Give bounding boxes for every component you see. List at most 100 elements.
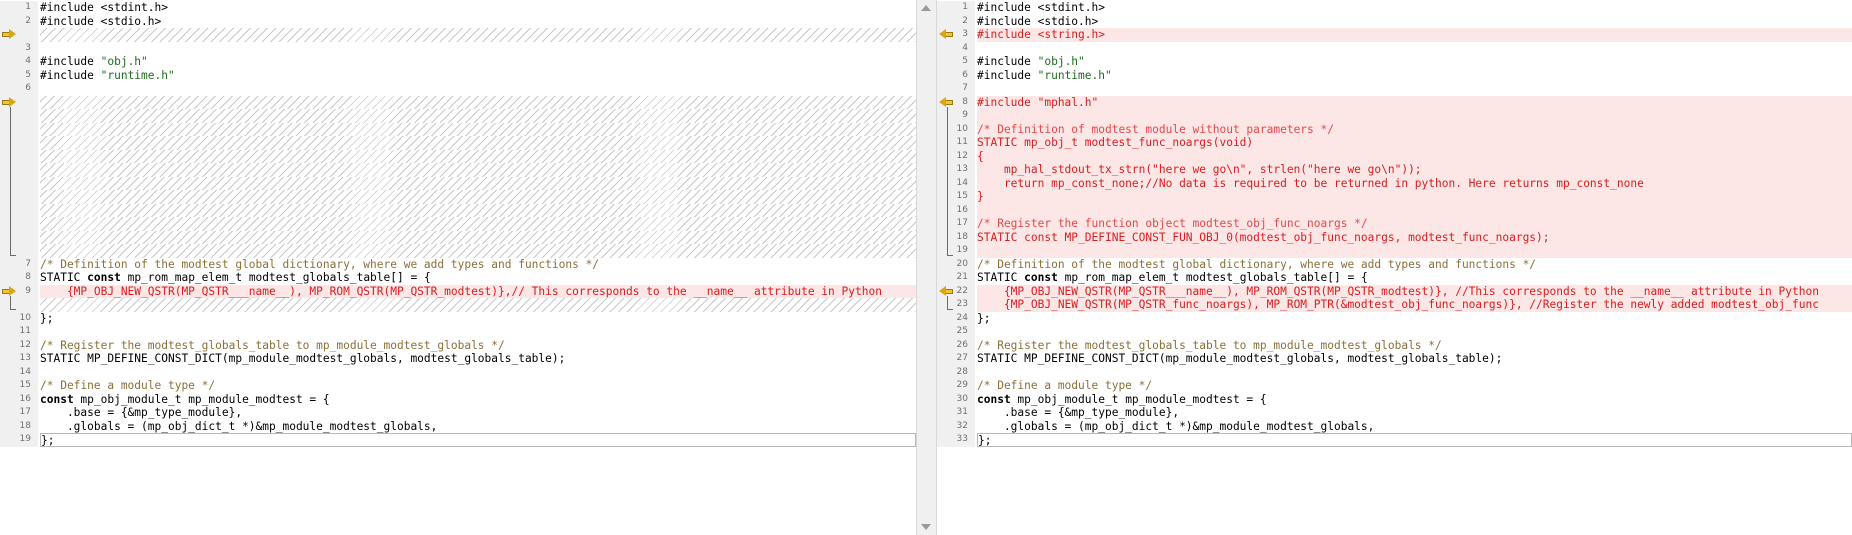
code-line[interactable] — [0, 217, 916, 231]
code-line[interactable]: 15} — [937, 190, 1852, 204]
line-number: 9 — [25, 285, 31, 296]
diff-arrow-right-icon[interactable] — [2, 96, 16, 107]
code-line[interactable]: 16 const mp_obj_module_t mp_module_modtes… — [0, 392, 916, 406]
code-line[interactable]: 15 /* Define a module type */ — [0, 379, 916, 393]
line-gutter — [0, 136, 38, 150]
code-line[interactable]: 6 #include "runtime.h" — [937, 68, 1852, 82]
code-line[interactable]: 19}; — [0, 433, 916, 447]
code-text: #include <string.h> — [977, 28, 1852, 42]
code-line[interactable]: 27 STATIC MP_DEFINE_CONST_DICT(mp_module_… — [937, 352, 1852, 366]
code-line[interactable]: 26 /* Register the modtest_globals_table … — [937, 338, 1852, 353]
code-line[interactable] — [0, 136, 916, 150]
line-number: 12 — [19, 339, 31, 350]
code-line[interactable] — [0, 149, 916, 163]
diff-arrow-left-icon[interactable] — [939, 285, 953, 296]
code-line[interactable]: 13 mp_hal_stdout_tx_strn("here we go\n",… — [937, 163, 1852, 177]
code-line[interactable]: 8 STATIC const mp_rom_map_elem_t modtest_… — [0, 271, 916, 285]
code-line[interactable] — [0, 298, 916, 312]
code-line[interactable]: 4 — [937, 41, 1852, 56]
code-line[interactable]: 10}; — [0, 311, 916, 325]
code-line[interactable]: 12 { — [937, 149, 1852, 163]
code-token: mp_hal_stdout_tx_strn("here we go\n", st… — [977, 163, 1422, 176]
code-line[interactable]: 13 STATIC MP_DEFINE_CONST_DICT(mp_module_… — [0, 352, 916, 366]
vertical-scrollbar[interactable] — [916, 0, 937, 535]
code-line[interactable]: 11 — [0, 325, 916, 339]
code-line[interactable]: 18 STATIC const MP_DEFINE_CONST_FUN_OBJ_0… — [937, 230, 1852, 244]
line-number: 2 — [25, 15, 31, 26]
code-line[interactable]: 32 .globals = (mp_obj_dict_t *)&mp_modul… — [937, 419, 1852, 433]
code-line[interactable]: 3 #include <string.h> — [937, 28, 1852, 42]
code-line[interactable]: 31 .base = {&mp_type_module}, — [937, 406, 1852, 420]
left-diff-pane[interactable]: 1 #include <stdint.h> 2 #include <stdio.h> 3… — [0, 0, 916, 535]
diff-arrow-right-icon[interactable] — [2, 29, 16, 39]
code-text — [40, 203, 916, 217]
code-line[interactable]: 9 {MP_OBJ_NEW_QSTR(MP_QSTR___name__), MP… — [0, 284, 916, 298]
code-token: mp_obj_module_t mp_module_modtest = { — [1010, 392, 1267, 406]
code-line[interactable] — [0, 203, 916, 217]
code-token: #include <stdio.h> — [977, 14, 1099, 28]
code-text: STATIC MP_DEFINE_CONST_DICT(mp_module_mo… — [40, 352, 916, 366]
line-gutter: 16 — [937, 203, 975, 217]
code-line[interactable]: 25 — [937, 325, 1852, 339]
code-line[interactable]: 33}; — [937, 433, 1852, 447]
code-line[interactable] — [0, 230, 916, 244]
code-line[interactable] — [0, 244, 916, 258]
code-line[interactable]: 7 — [937, 82, 1852, 96]
code-text: mp_hal_stdout_tx_strn("here we go\n", st… — [977, 163, 1852, 177]
code-line[interactable]: 14 return mp_const_none;//No data is req… — [937, 176, 1852, 190]
code-line[interactable]: 5 #include "runtime.h" — [0, 68, 916, 82]
line-gutter: 5 — [0, 68, 38, 82]
code-line[interactable]: 3 — [0, 41, 916, 55]
code-line[interactable]: 7 /* Definition of the modtest global dic… — [0, 257, 916, 271]
diff-arrow-left-icon[interactable] — [939, 29, 953, 39]
code-line[interactable]: 29 /* Define a module type */ — [937, 379, 1852, 393]
code-line[interactable]: 28 — [937, 365, 1852, 379]
scroll-down-arrow-icon[interactable] — [921, 524, 931, 530]
code-line[interactable]: 10 /* Definition of modtest module withou… — [937, 122, 1852, 136]
code-token: STATIC mp_obj_t modtest_func_noargs(void… — [977, 136, 1254, 149]
code-line[interactable] — [0, 122, 916, 136]
code-line[interactable]: 6 — [0, 82, 916, 96]
code-line[interactable]: 4 #include "obj.h" — [0, 55, 916, 69]
code-line[interactable]: 23 {MP_OBJ_NEW_QSTR(MP_QSTR_func_noargs)… — [937, 298, 1852, 312]
code-line[interactable] — [0, 176, 916, 190]
code-line[interactable]: 24}; — [937, 311, 1852, 325]
code-line[interactable]: 9 — [937, 109, 1852, 123]
diff-arrow-right-icon[interactable] — [2, 285, 16, 296]
code-line[interactable]: 17 .base = {&mp_type_module}, — [0, 406, 916, 420]
code-comment: /* Register the function object modtest_… — [977, 217, 1368, 230]
code-line[interactable] — [0, 163, 916, 177]
code-line[interactable]: 2 #include <stdio.h> — [0, 14, 916, 28]
code-text: /* Register the modtest_globals_table to… — [977, 339, 1852, 353]
code-line[interactable]: 21 STATIC const mp_rom_map_elem_t modtest… — [937, 271, 1852, 285]
change-bracket — [10, 295, 16, 310]
code-line[interactable]: 1 #include <stdint.h> — [937, 1, 1852, 15]
code-text — [40, 176, 916, 190]
diff-arrow-left-icon[interactable] — [939, 96, 953, 107]
code-line[interactable] — [0, 95, 916, 109]
right-diff-pane[interactable]: 1 #include <stdint.h> 2 #include <stdio.h> 3… — [937, 0, 1852, 535]
code-line[interactable]: 2 #include <stdio.h> — [937, 14, 1852, 28]
code-text — [40, 122, 916, 136]
code-line[interactable]: 19 — [937, 244, 1852, 258]
code-line[interactable]: 16 — [937, 203, 1852, 217]
code-line[interactable]: 1 #include <stdint.h> — [0, 1, 916, 15]
code-line[interactable]: 22 {MP_OBJ_NEW_QSTR(MP_QSTR___name__), M… — [937, 284, 1852, 298]
code-line[interactable]: 11 STATIC mp_obj_t modtest_func_noargs(vo… — [937, 136, 1852, 150]
code-keyword: const — [977, 392, 1011, 406]
code-line[interactable]: 5 #include "obj.h" — [937, 55, 1852, 69]
code-line[interactable] — [0, 190, 916, 204]
code-line[interactable]: 17 /* Register the function object modtes… — [937, 217, 1852, 231]
code-line[interactable]: 8 #include "mphal.h" — [937, 95, 1852, 109]
line-gutter: 26 — [937, 338, 975, 352]
code-line[interactable]: 12 /* Register the modtest_globals_table … — [0, 338, 916, 352]
code-line[interactable]: 30 const mp_obj_module_t mp_module_modtes… — [937, 392, 1852, 406]
code-line[interactable] — [0, 28, 916, 42]
code-line[interactable] — [0, 109, 916, 123]
code-line[interactable]: 20 /* Definition of the modtest global di… — [937, 257, 1852, 271]
scroll-up-arrow-icon[interactable] — [921, 5, 931, 11]
code-line[interactable]: 18 .globals = (mp_obj_dict_t *)&mp_modul… — [0, 419, 916, 433]
code-line[interactable]: 14 — [0, 365, 916, 379]
